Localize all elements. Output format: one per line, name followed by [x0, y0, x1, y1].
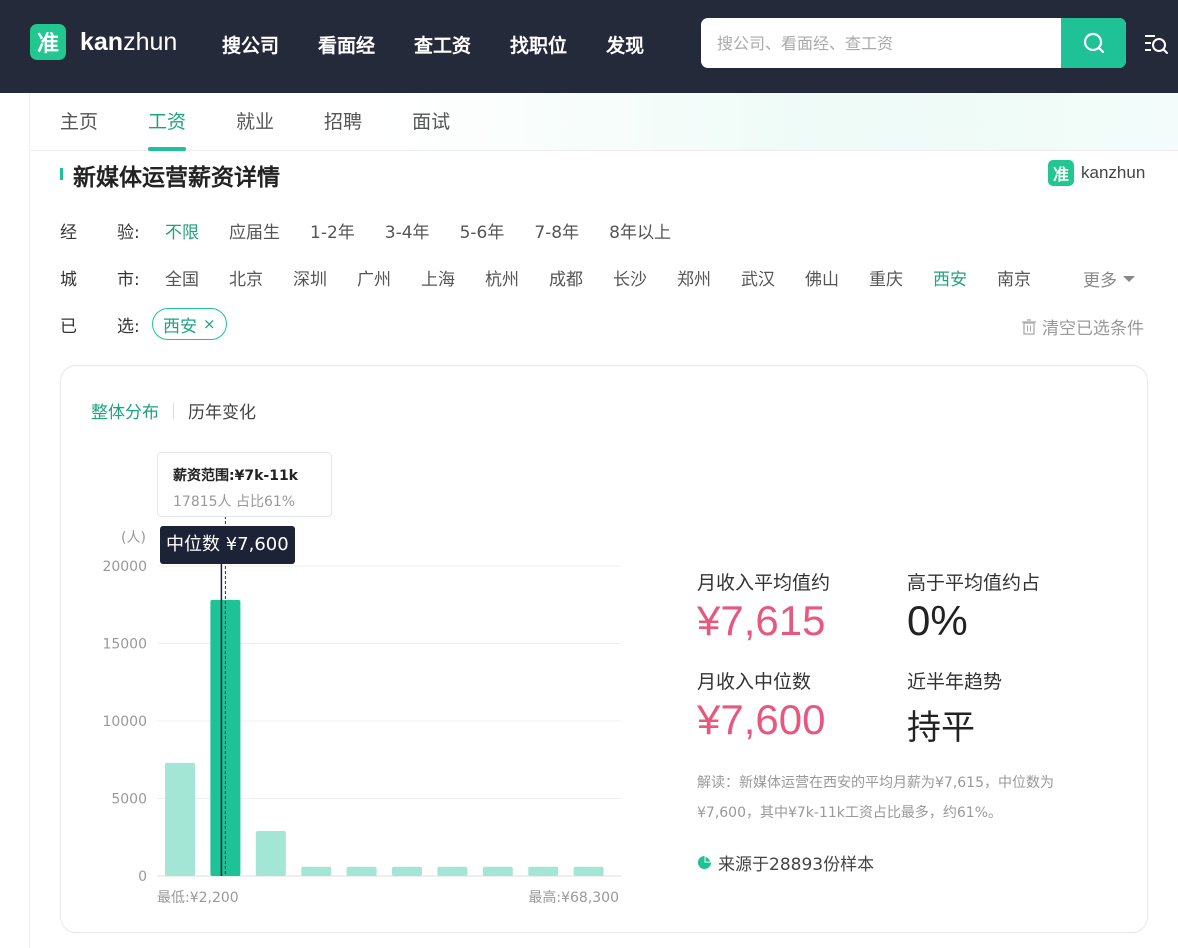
- city-option[interactable]: 郑州: [677, 265, 711, 290]
- histogram-bar: [528, 866, 559, 876]
- histogram-bar: [165, 762, 195, 876]
- sub-nav: 主页 工资 就业 招聘 面试: [60, 93, 500, 151]
- selected-chip[interactable]: 西安 ×: [152, 308, 227, 340]
- search-icon: [1083, 32, 1104, 54]
- exp-option[interactable]: 8年以上: [609, 218, 671, 243]
- nav-interviews[interactable]: 看面经: [318, 31, 375, 58]
- tab-home[interactable]: 主页: [60, 93, 98, 151]
- exp-option[interactable]: 3-4年: [385, 218, 430, 243]
- stat-median: 月收入中位数 ¥7,600: [697, 667, 825, 744]
- histogram-bar: [482, 866, 513, 876]
- stat-average: 月收入平均值约 ¥7,615: [697, 568, 830, 645]
- stat-average-label: 月收入平均值约: [697, 572, 831, 594]
- sub-nav-bar: 主页 工资 就业 招聘 面试: [30, 93, 1178, 151]
- exp-option[interactable]: 7-8年: [534, 218, 579, 243]
- interpretation-note: 解读：新媒体运营在西安的平均月薪为¥7,615，中位数为¥7,600，其中¥7k…: [697, 775, 1054, 821]
- search-button[interactable]: [1061, 18, 1126, 68]
- search-input[interactable]: [701, 18, 1061, 68]
- nav-search-company[interactable]: 搜公司: [222, 31, 279, 58]
- city-label: 城市:: [60, 270, 140, 290]
- y-tick-label: 0: [138, 869, 147, 885]
- y-tick-label: 5000: [111, 792, 147, 808]
- logo-text: kanzhun: [80, 27, 178, 56]
- histogram-bar: [346, 866, 377, 876]
- tab-interview[interactable]: 面试: [412, 93, 450, 151]
- logo-mark: 准: [30, 24, 66, 60]
- stat-above-value: 0%: [907, 597, 968, 644]
- close-icon[interactable]: ×: [203, 315, 216, 333]
- nav-discover[interactable]: 发现: [606, 31, 644, 58]
- city-option[interactable]: 南京: [997, 265, 1031, 290]
- top-header: 准 kanzhun 搜公司 看面经 查工资 找职位 发现: [0, 0, 1178, 93]
- city-option[interactable]: 全国: [165, 265, 199, 290]
- stat-above-average: 高于平均值约占 0%: [907, 568, 1040, 645]
- stat-average-value: ¥7,615: [697, 597, 826, 644]
- brand-watermark: 准 kanzhun: [1048, 160, 1145, 186]
- city-option[interactable]: 重庆: [869, 265, 903, 290]
- pie-chart-icon: [697, 855, 712, 870]
- city-option[interactable]: 长沙: [613, 265, 647, 290]
- site-logo[interactable]: 准 kanzhun: [30, 24, 177, 60]
- median-tag: 中位数 ¥7,600: [160, 526, 295, 564]
- experience-filter: 经验: 不限 应届生 1-2年 3-4年 5-6年 7-8年 8年以上: [60, 218, 701, 243]
- page-title: 新媒体运营薪资详情: [73, 165, 280, 191]
- city-option[interactable]: 深圳: [293, 265, 327, 290]
- tab-employment[interactable]: 就业: [236, 93, 274, 151]
- sample-source: 来源于28893份样本: [697, 850, 874, 875]
- exp-option[interactable]: 应届生: [229, 218, 280, 243]
- stat-median-value: ¥7,600: [697, 696, 826, 743]
- histogram-bar: [573, 866, 604, 876]
- exp-option[interactable]: 不限: [165, 218, 199, 243]
- histogram-bar: [255, 831, 286, 876]
- salary-distribution-chart: (人) 0 5000 10000 15000 20000 最低:¥2,200 最高:¥68,3…: [102, 516, 621, 906]
- main-nav: 搜公司 看面经 查工资 找职位 发现: [222, 31, 683, 58]
- menu-search-icon[interactable]: [1143, 31, 1169, 57]
- city-option[interactable]: 西安: [933, 265, 967, 290]
- salary-card: 整体分布 历年变化 (人) 0 5000 10000 15000 20000 最低:¥2,2…: [60, 365, 1148, 933]
- trash-icon: [1022, 318, 1036, 335]
- chevron-down-icon: [1123, 275, 1135, 282]
- y-axis-unit: (人): [121, 530, 146, 546]
- x-max-label: 最高:¥68,300: [528, 889, 619, 906]
- exp-option[interactable]: 1-2年: [310, 218, 355, 243]
- city-option[interactable]: 武汉: [741, 265, 775, 290]
- city-option[interactable]: 北京: [229, 265, 263, 290]
- chart-tooltip: 薪资范围:¥7k-11k 17815人 占比61%: [157, 452, 332, 517]
- y-tick-label: 20000: [102, 559, 147, 575]
- city-filter: 城市: 全国 北京 深圳 广州 上海 杭州 成都 长沙 郑州 武汉 佛山 重庆 …: [60, 265, 1061, 290]
- tooltip-sub: 17815人 占比61%: [173, 494, 296, 510]
- y-tick-label: 10000: [102, 714, 147, 730]
- stat-trend-value: 持平: [907, 708, 975, 748]
- nav-salary[interactable]: 查工资: [414, 31, 471, 58]
- brand-mark: 准: [1048, 160, 1074, 186]
- stat-trend-label: 近半年趋势: [907, 671, 1003, 693]
- tab-recruit[interactable]: 招聘: [324, 93, 362, 151]
- city-option[interactable]: 佛山: [805, 265, 839, 290]
- nav-jobs[interactable]: 找职位: [510, 31, 567, 58]
- histogram-bar: [437, 866, 468, 876]
- experience-label: 经验:: [60, 223, 140, 243]
- city-option[interactable]: 广州: [357, 265, 391, 290]
- brand-text: kanzhun: [1081, 163, 1146, 182]
- stat-above-label: 高于平均值约占: [907, 572, 1041, 594]
- city-more-button[interactable]: 更多: [1083, 266, 1135, 291]
- x-min-label: 最低:¥2,200: [157, 890, 239, 906]
- page-left-border: [29, 93, 30, 948]
- city-option[interactable]: 上海: [421, 265, 455, 290]
- histogram-bar: [392, 866, 422, 876]
- title-accent-bar: [60, 168, 63, 180]
- search-box: [701, 18, 1126, 68]
- stat-median-label: 月收入中位数: [697, 671, 812, 693]
- clear-filters-button[interactable]: 清空已选条件: [1022, 314, 1144, 339]
- selected-label: 已选:: [60, 316, 140, 337]
- city-option[interactable]: 杭州: [485, 265, 519, 290]
- tooltip-title: 薪资范围:¥7k-11k: [173, 468, 298, 484]
- city-option[interactable]: 成都: [549, 265, 583, 290]
- selected-filter: 已选: 西安 ×: [60, 308, 227, 340]
- exp-option[interactable]: 5-6年: [460, 218, 505, 243]
- y-tick-label: 15000: [102, 637, 147, 653]
- histogram-bar: [301, 866, 332, 876]
- tab-salary[interactable]: 工资: [148, 93, 187, 151]
- stat-trend: 近半年趋势 持平: [907, 667, 1002, 749]
